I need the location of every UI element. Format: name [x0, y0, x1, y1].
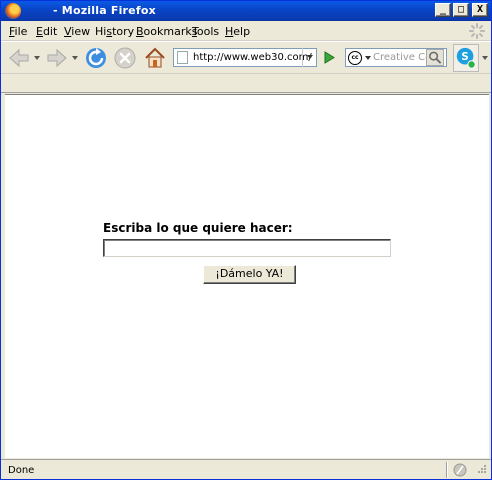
task-input[interactable] [103, 239, 391, 257]
menu-bar: File Edit View History Bookmarks Tools H… [1, 21, 491, 41]
back-history-dropdown-icon[interactable] [34, 56, 40, 60]
chevron-down-icon [307, 55, 313, 59]
maximize-button[interactable]: □ [453, 3, 469, 17]
svg-text:S: S [461, 52, 468, 63]
url-text: http://www.web30.com/ [193, 52, 312, 63]
menu-file[interactable]: File [9, 25, 27, 38]
page-icon [177, 51, 188, 64]
firefox-icon [5, 3, 21, 19]
forward-history-dropdown-icon[interactable] [72, 56, 78, 60]
reload-icon[interactable] [84, 46, 108, 70]
go-icon[interactable] [319, 48, 339, 67]
forward-icon[interactable] [45, 46, 69, 70]
activity-throbber-icon [469, 23, 485, 39]
status-text: Done [8, 465, 35, 476]
url-bar[interactable]: http://www.web30.com/ [173, 48, 317, 67]
prompt-label: Escriba lo que quiere hacer: [103, 221, 293, 235]
menu-help[interactable]: Help [225, 25, 250, 38]
menu-view[interactable]: View [64, 25, 90, 38]
creative-commons-icon[interactable]: cc [348, 51, 362, 65]
menu-history[interactable]: History [95, 25, 134, 38]
search-button[interactable] [426, 49, 444, 66]
search-engine-dropdown-icon[interactable] [365, 56, 371, 60]
minimize-button[interactable]: _ [435, 3, 451, 17]
status-bar: Done [1, 459, 491, 479]
menu-bookmarks[interactable]: Bookmarks [136, 25, 197, 38]
menu-edit[interactable]: Edit [36, 25, 57, 38]
back-icon[interactable] [7, 46, 31, 70]
skype-dropdown-icon[interactable] [482, 56, 488, 60]
navigation-toolbar: http://www.web30.com/ cc Creative Con S [1, 41, 491, 73]
menu-tools[interactable]: Tools [192, 25, 219, 38]
close-button[interactable]: X [472, 3, 488, 17]
resize-grip-icon[interactable] [475, 464, 487, 476]
security-status-icon[interactable] [453, 463, 467, 477]
submit-button[interactable]: ¡Dámelo YA! [203, 265, 296, 284]
skype-button[interactable]: S [453, 44, 479, 72]
bookmarks-toolbar [1, 73, 491, 93]
browser-window: - Mozilla Firefox _ □ X File Edit View H… [0, 0, 492, 480]
stop-icon[interactable] [113, 46, 137, 70]
page-content: Escriba lo que quiere hacer: ¡Dámelo YA! [5, 94, 489, 458]
home-icon[interactable] [143, 46, 167, 70]
status-divider [446, 462, 448, 478]
url-history-dropdown[interactable] [302, 48, 316, 67]
title-bar[interactable]: - Mozilla Firefox _ □ X [1, 1, 491, 21]
window-title: - Mozilla Firefox [53, 4, 156, 17]
search-placeholder: Creative Con [373, 52, 428, 63]
search-icon [429, 51, 442, 64]
skype-icon: S [456, 47, 476, 69]
